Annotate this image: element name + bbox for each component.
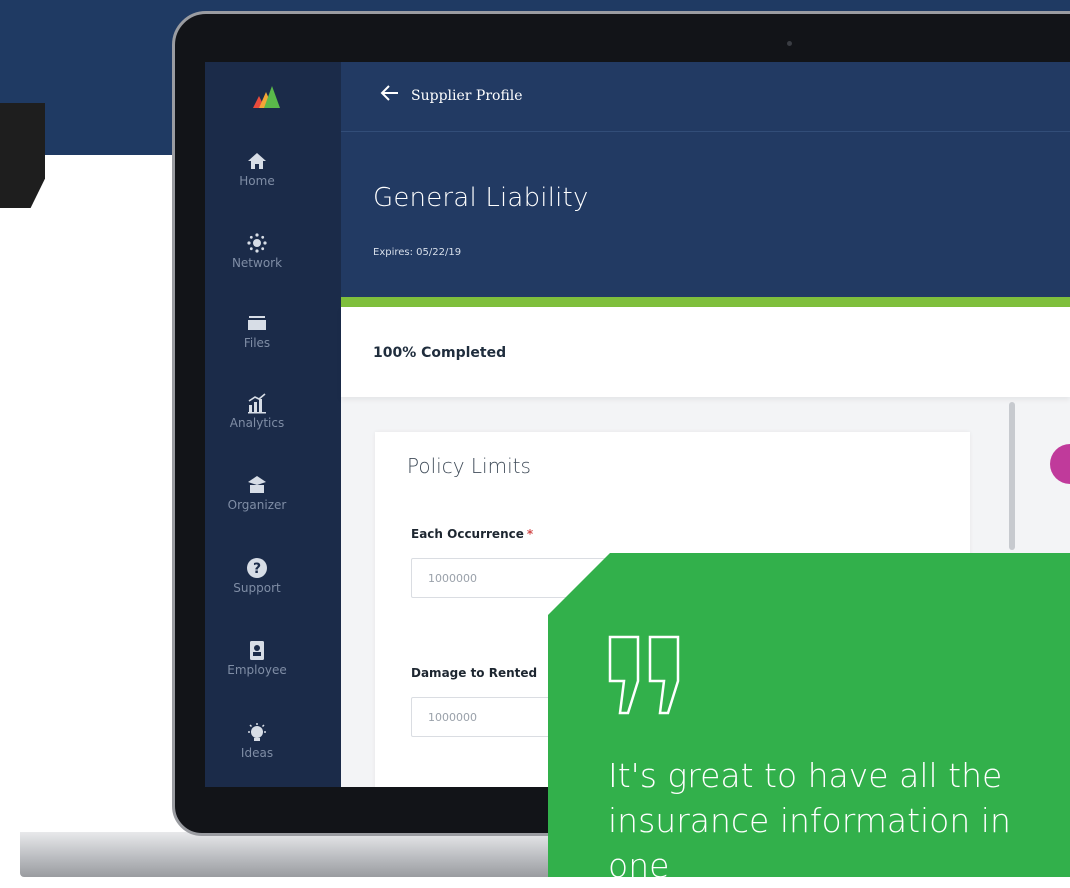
sidebar-item-files[interactable]: Files bbox=[205, 312, 309, 350]
network-icon bbox=[247, 233, 267, 253]
sidebar-item-organizer[interactable]: Organizer bbox=[205, 474, 309, 512]
avatar[interactable] bbox=[1050, 444, 1070, 484]
sidebar-item-support[interactable]: ? Support bbox=[205, 557, 309, 595]
lightbulb-icon bbox=[248, 723, 266, 741]
page-title: General Liability bbox=[373, 183, 589, 213]
damage-to-rented-label: Damage to Rented bbox=[411, 666, 538, 680]
camera-icon bbox=[787, 41, 792, 46]
sidebar-item-label: Ideas bbox=[240, 746, 274, 760]
app-logo-icon bbox=[253, 86, 280, 108]
scrollbar[interactable] bbox=[1009, 402, 1015, 550]
home-icon bbox=[248, 153, 266, 169]
each-occurrence-label: Each Occurrence * bbox=[411, 527, 534, 541]
sidebar-item-analytics[interactable]: Analytics bbox=[205, 392, 309, 430]
help-icon: ? bbox=[247, 558, 267, 578]
sidebar-item-label: Support bbox=[233, 581, 281, 595]
progress-bar bbox=[341, 297, 1070, 307]
required-mark: * bbox=[526, 527, 534, 541]
analytics-icon bbox=[248, 393, 266, 414]
progress-strip: 100% Completed bbox=[341, 307, 1070, 397]
organizer-icon bbox=[248, 476, 266, 493]
sidebar: Home Network Files Analytics Organizer ?… bbox=[205, 62, 341, 787]
sidebar-item-label: Home bbox=[239, 174, 275, 188]
svg-text:?: ? bbox=[253, 561, 261, 577]
expiration-date: Expires: 05/22/19 bbox=[373, 247, 462, 258]
sidebar-item-home[interactable]: Home bbox=[205, 150, 309, 188]
progress-status: 100% Completed bbox=[373, 345, 507, 361]
back-arrow-icon[interactable] bbox=[379, 82, 401, 104]
sidebar-item-label: Network bbox=[231, 256, 283, 270]
sidebar-item-employee[interactable]: Employee bbox=[205, 639, 309, 677]
quote-icon bbox=[608, 635, 680, 715]
employee-badge-icon bbox=[250, 641, 264, 660]
testimonial-card: It's great to have all the insurance inf… bbox=[548, 553, 1070, 877]
decorative-shape bbox=[0, 103, 45, 208]
header-divider bbox=[341, 131, 1070, 132]
page-header: Supplier Profile General Liability Expir… bbox=[341, 62, 1070, 297]
testimonial-text: It's great to have all the insurance inf… bbox=[608, 756, 1011, 885]
sidebar-item-label: Organizer bbox=[227, 498, 287, 512]
header-title: Supplier Profile bbox=[411, 88, 523, 104]
sidebar-item-label: Employee bbox=[227, 663, 287, 677]
sidebar-item-label: Analytics bbox=[229, 416, 285, 430]
folder-icon bbox=[248, 316, 266, 330]
sidebar-item-ideas[interactable]: Ideas bbox=[205, 722, 309, 760]
sidebar-item-network[interactable]: Network bbox=[205, 232, 309, 270]
sidebar-item-label: Files bbox=[243, 336, 271, 350]
card-title: Policy Limits bbox=[407, 454, 531, 478]
